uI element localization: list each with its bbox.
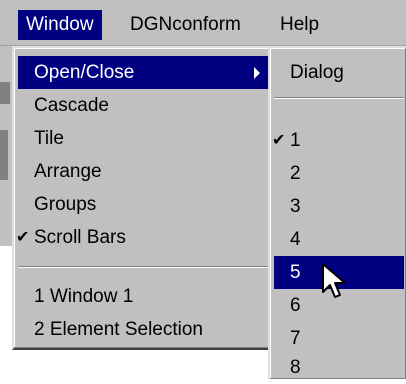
menu-item-tile-label: Tile xyxy=(34,128,64,149)
submenu-item-8[interactable]: 8 xyxy=(274,351,404,384)
check-icon: ✔ xyxy=(272,132,286,149)
menu-window-label: Window xyxy=(26,14,94,35)
menu-item-window-1-label: 1 Window 1 xyxy=(34,286,134,307)
menu-item-window-1[interactable]: 1 Window 1 xyxy=(18,280,268,313)
submenu-item-2-label: 2 xyxy=(290,163,301,184)
mouse-pointer-icon xyxy=(322,263,346,298)
submenu-item-1-label: 1 xyxy=(290,130,301,151)
menu-item-groups[interactable]: Groups xyxy=(18,188,268,221)
submenu-item-2[interactable]: 2 xyxy=(274,157,404,190)
menu-window[interactable]: Window xyxy=(18,10,102,40)
menu-item-scroll-bars[interactable]: ✔ Scroll Bars xyxy=(16,221,268,254)
check-icon: ✔ xyxy=(16,229,30,246)
submenu-item-3-label: 3 xyxy=(290,196,301,217)
menu-item-cascade[interactable]: Cascade xyxy=(18,89,268,122)
window-menu: Open/Close Cascade Tile Arrange Groups ✔… xyxy=(12,46,274,350)
open-close-submenu: Dialog ✔ 1 2 3 4 5 6 7 8 xyxy=(268,46,406,379)
menubar: Window DGNconform Help xyxy=(0,0,406,46)
submenu-separator xyxy=(274,97,404,99)
menu-separator xyxy=(18,266,268,268)
menu-item-open-close-label: Open/Close xyxy=(34,62,135,83)
background-panel-edge xyxy=(0,130,8,180)
menu-item-tile[interactable]: Tile xyxy=(18,122,268,155)
menu-item-cascade-label: Cascade xyxy=(34,95,109,116)
submenu-item-dialog[interactable]: Dialog xyxy=(274,56,404,89)
background-toolbar-glyph xyxy=(0,82,10,104)
submenu-item-6-label: 6 xyxy=(290,295,301,316)
menu-help-label: Help xyxy=(280,14,320,35)
menu-item-element-selection[interactable]: 2 Element Selection xyxy=(18,313,268,346)
background-window-edge xyxy=(0,46,12,246)
menu-item-arrange-label: Arrange xyxy=(34,161,102,182)
menu-item-element-selection-label: 2 Element Selection xyxy=(34,319,203,340)
menu-item-scroll-bars-label: Scroll Bars xyxy=(34,227,126,248)
submenu-item-8-label: 8 xyxy=(290,357,301,378)
menu-item-open-close[interactable]: Open/Close xyxy=(18,56,268,89)
menu-item-arrange[interactable]: Arrange xyxy=(18,155,268,188)
menu-item-groups-label: Groups xyxy=(34,194,97,215)
submenu-item-dialog-label: Dialog xyxy=(290,62,344,83)
menu-dgnconform[interactable]: DGNconform xyxy=(122,10,249,40)
submenu-item-7-label: 7 xyxy=(290,328,301,349)
submenu-item-1[interactable]: ✔ 1 xyxy=(272,124,404,157)
menu-dgnconform-label: DGNconform xyxy=(130,14,241,35)
menu-help[interactable]: Help xyxy=(272,10,327,40)
submenu-arrow-icon xyxy=(254,67,260,79)
submenu-item-5-label: 5 xyxy=(290,262,301,283)
submenu-item-4[interactable]: 4 xyxy=(274,223,404,256)
submenu-item-4-label: 4 xyxy=(290,229,301,250)
submenu-item-3[interactable]: 3 xyxy=(274,190,404,223)
